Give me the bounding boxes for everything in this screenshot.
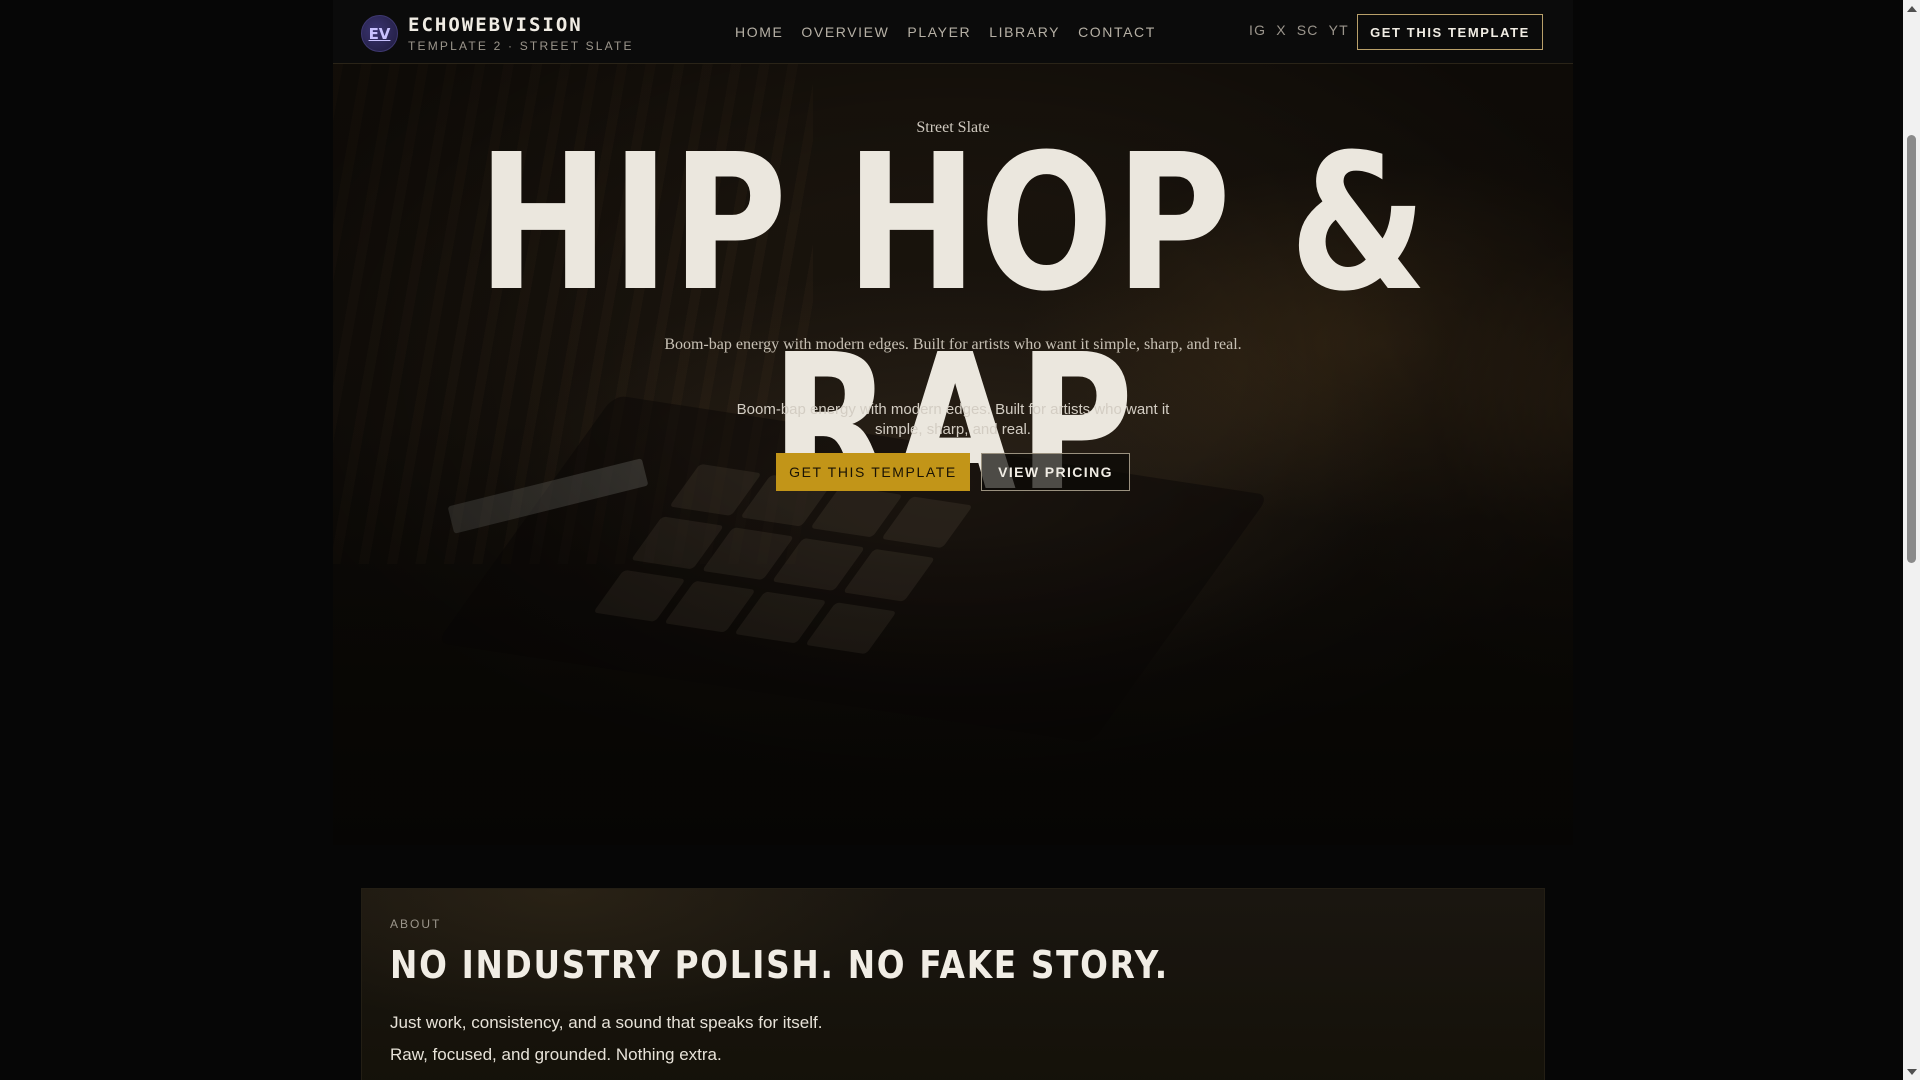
hero-tagline: Boom-bap energy with modern edges. Built… — [664, 336, 1242, 353]
main-nav: HOME OVERVIEW PLAYER LIBRARY CONTACT — [735, 24, 1174, 40]
social-x-link[interactable]: X — [1276, 22, 1287, 38]
brand[interactable]: EV ECHOWEBVISION TEMPLATE 2 · STREET SLA… — [361, 14, 634, 53]
about-paragraph-2: Raw, focused, and grounded. Nothing extr… — [390, 1045, 722, 1064]
about-paragraph-1: Just work, consistency, and a sound that… — [390, 1013, 823, 1032]
vertical-scrollbar[interactable] — [1903, 0, 1920, 1080]
view-pricing-button[interactable]: VIEW PRICING — [981, 453, 1130, 491]
brand-name: ECHOWEBVISION — [408, 14, 583, 36]
browser-viewport: EV ECHOWEBVISION TEMPLATE 2 · STREET SLA… — [0, 0, 1920, 1080]
social-links: IG X SC YT — [1249, 22, 1359, 38]
nav-overview[interactable]: OVERVIEW — [801, 24, 889, 40]
scrollbar-thumb[interactable] — [1907, 135, 1916, 563]
get-template-button[interactable]: GET THIS TEMPLATE — [776, 453, 970, 491]
social-youtube-link[interactable]: YT — [1329, 22, 1349, 38]
brand-logo[interactable]: EV — [361, 15, 398, 52]
scroll-down-arrow-icon[interactable] — [1903, 1063, 1920, 1080]
social-soundcloud-link[interactable]: SC — [1297, 22, 1319, 38]
brand-subtitle: TEMPLATE 2 · STREET SLATE — [408, 39, 634, 53]
scroll-up-arrow-icon[interactable] — [1903, 0, 1920, 17]
nav-contact[interactable]: CONTACT — [1078, 24, 1156, 40]
hero-buttons: GET THIS TEMPLATE VIEW PRICING — [333, 453, 1573, 491]
site-header: EV ECHOWEBVISION TEMPLATE 2 · STREET SLA… — [333, 0, 1573, 64]
about-title: NO INDUSTRY POLISH. NO FAKE STORY. — [390, 943, 1169, 987]
social-instagram-link[interactable]: IG — [1249, 22, 1266, 38]
about-section: ABOUT NO INDUSTRY POLISH. NO FAKE STORY.… — [361, 888, 1545, 1080]
nav-home[interactable]: HOME — [735, 24, 783, 40]
about-eyebrow: ABOUT — [390, 917, 442, 931]
nav-library[interactable]: LIBRARY — [989, 24, 1060, 40]
hero-lead: Boom-bap energy with modern edges. Built… — [736, 401, 1170, 438]
nav-player[interactable]: PLAYER — [907, 24, 971, 40]
hero-section: Street Slate HIP HOP & RAP Boom-bap ener… — [333, 64, 1573, 845]
header-get-template-button[interactable]: GET THIS TEMPLATE — [1357, 14, 1543, 50]
brand-text: ECHOWEBVISION TEMPLATE 2 · STREET SLATE — [408, 14, 634, 53]
